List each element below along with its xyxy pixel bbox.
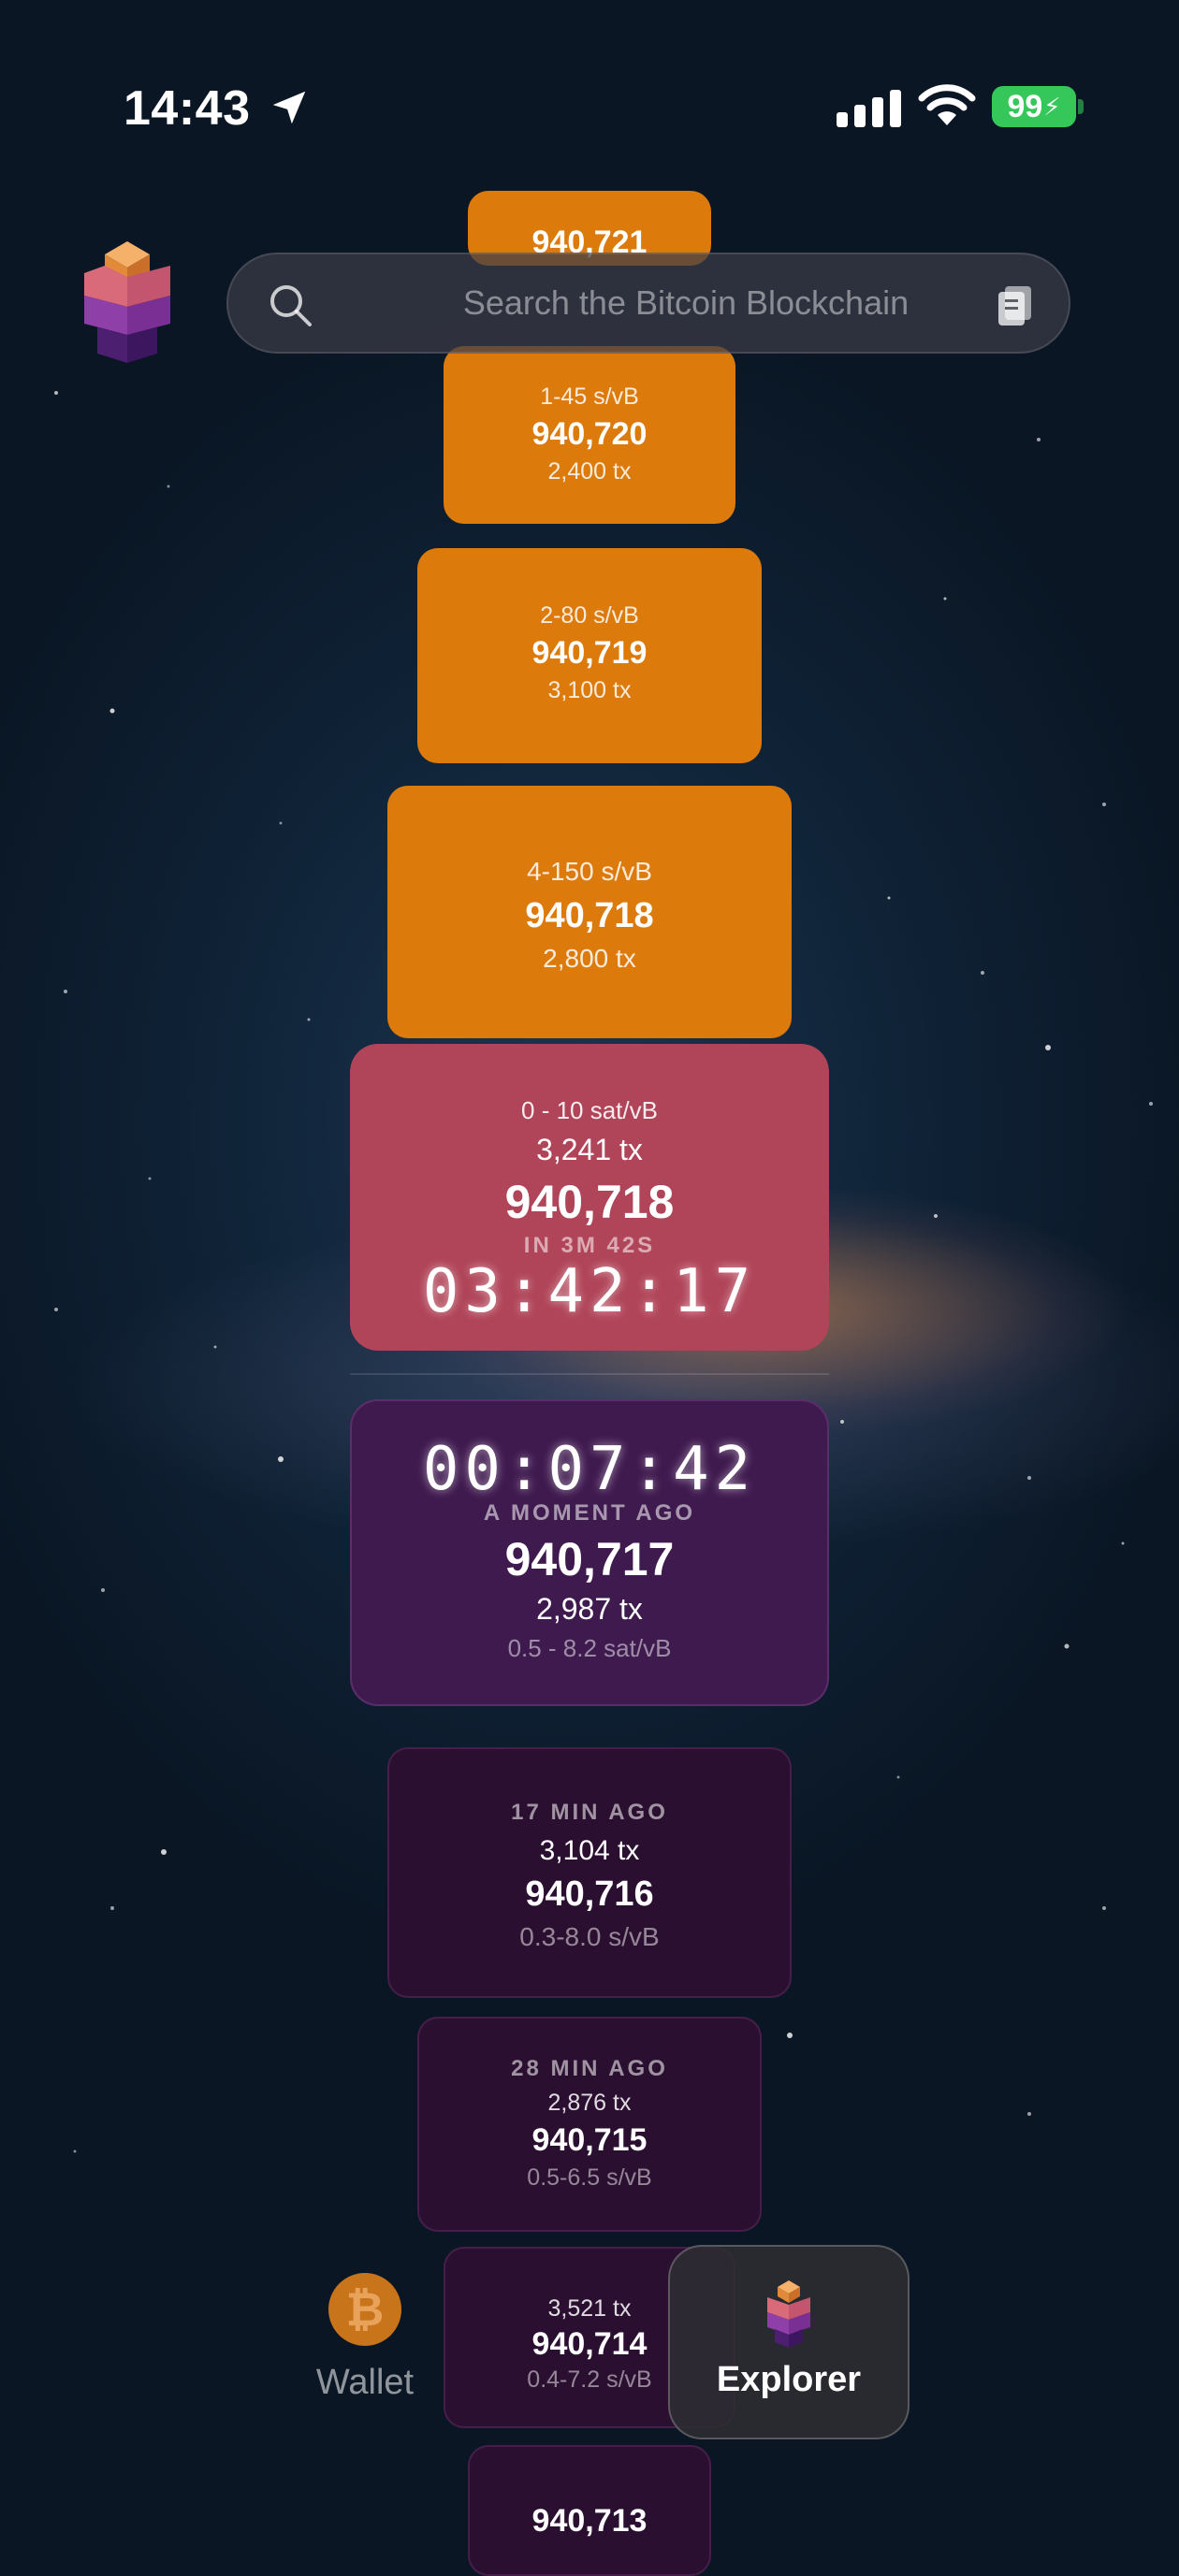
block-940713[interactable]: 940,713 <box>468 2445 711 2576</box>
block-height: 940,718 <box>525 896 654 935</box>
search-placeholder: Search the Bitcoin Blockchain <box>462 283 910 322</box>
latest-block-age: A MOMENT AGO <box>483 1500 696 1526</box>
block-940715[interactable]: 28 MIN AGO 2,876 tx 940,715 0.5-6.5 s/vB <box>417 2017 762 2232</box>
block-fee-range: 4-150 s/vB <box>527 857 652 886</box>
battery-indicator: 99 ⚡ <box>992 86 1076 127</box>
block-height: 940,719 <box>531 635 648 671</box>
next-block-card[interactable]: 0 - 10 sat/vB 3,241 tx 940,718 IN 3M 42S… <box>350 1044 829 1351</box>
block-fee-range: 0.5-6.5 s/vB <box>527 2164 652 2191</box>
block-tx-count: 2,400 tx <box>547 458 632 485</box>
block-height: 940,716 <box>525 1874 654 1914</box>
tab-wallet-label: Wallet <box>315 2363 415 2402</box>
bitcoin-icon: ₿ <box>328 2273 401 2346</box>
next-block-tx-count: 3,241 tx <box>536 1133 643 1166</box>
mempool-divider <box>350 1373 829 1375</box>
charging-bolt-icon: ⚡ <box>1043 92 1061 121</box>
location-arrow-icon <box>272 91 306 124</box>
block-height: 940,715 <box>531 2122 648 2158</box>
block-height: 940,720 <box>531 416 648 452</box>
block-940719[interactable]: 2-80 s/vB 940,719 3,100 tx <box>417 548 762 763</box>
block-fee-range: 2-80 s/vB <box>540 602 639 629</box>
status-time: 14:43 <box>124 81 251 136</box>
latest-block-height: 940,717 <box>504 1533 675 1585</box>
battery-level: 99 <box>1007 88 1043 124</box>
block-height: 940,713 <box>531 2503 648 2539</box>
block-age: 17 MIN AGO <box>511 1800 668 1825</box>
cellular-signal-icon <box>837 90 901 127</box>
block-tx-count: 2,876 tx <box>547 2090 632 2116</box>
next-block-height: 940,718 <box>504 1176 675 1228</box>
latest-block-tx-count: 2,987 tx <box>536 1592 643 1626</box>
block-fee-range: 1-45 s/vB <box>540 384 639 410</box>
paste-clipboard-icon[interactable] <box>996 282 1035 327</box>
latest-block-card[interactable]: 00:07:42 A MOMENT AGO 940,717 2,987 tx 0… <box>350 1399 829 1706</box>
tab-wallet[interactable]: ₿ Wallet <box>309 2273 421 2403</box>
block-fee-range: 0.3-8.0 s/vB <box>519 1922 660 1951</box>
explorer-icon <box>767 2280 810 2348</box>
next-block-countdown: 03:42:17 <box>422 1257 757 1326</box>
block-940718-projected[interactable]: 4-150 s/vB 940,718 2,800 tx <box>387 786 792 1038</box>
block-940720[interactable]: 1-45 s/vB 940,720 2,400 tx <box>444 346 735 524</box>
block-tx-count: 3,100 tx <box>547 677 632 703</box>
next-block-fee-range: 0 - 10 sat/vB <box>521 1096 658 1124</box>
search-icon <box>270 285 312 326</box>
tab-explorer-label: Explorer <box>716 2360 862 2399</box>
block-940716[interactable]: 17 MIN AGO 3,104 tx 940,716 0.3-8.0 s/vB <box>387 1747 792 1998</box>
latest-block-fee-range: 0.5 - 8.2 sat/vB <box>507 1634 672 1662</box>
next-block-eta: IN 3M 42S <box>523 1233 656 1258</box>
wifi-icon <box>918 84 976 125</box>
block-tx-count: 2,800 tx <box>543 944 636 973</box>
block-tx-count: 3,104 tx <box>539 1835 640 1866</box>
block-age: 28 MIN AGO <box>511 2056 668 2081</box>
app-logo-icon[interactable] <box>84 241 170 374</box>
tab-explorer[interactable]: Explorer <box>668 2245 910 2439</box>
battery-tip <box>1078 99 1084 114</box>
latest-block-elapsed-timer: 00:07:42 <box>422 1435 757 1504</box>
search-bar[interactable]: Search the Bitcoin Blockchain <box>226 253 1070 354</box>
